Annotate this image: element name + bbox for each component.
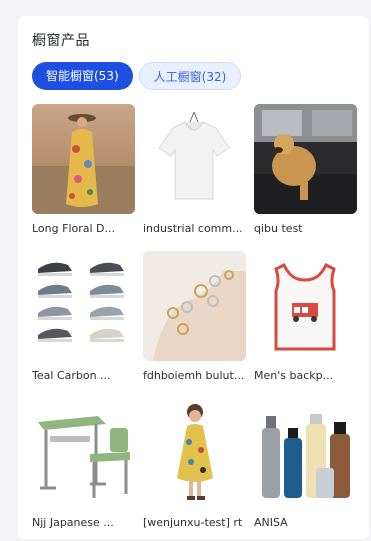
product-card[interactable]: Teal Carbon ... [32,251,135,382]
product-card[interactable]: fdhboiemh bulut... [143,251,246,382]
product-image-cosmetic-bottles[interactable] [254,398,357,508]
product-name: Long Floral D... [32,222,116,235]
product-card[interactable]: ANISA [254,398,357,529]
product-image-rings-on-hand[interactable] [143,251,246,361]
product-name: [wenjunxu-test] rt [143,516,243,529]
product-name: Teal Carbon ... [32,369,111,382]
product-card[interactable]: qibu test [254,104,357,235]
shop-window-card: 橱窗产品 智能橱窗(53) 人工橱窗(32) Long Floral D... … [18,16,369,539]
tab-manual-window[interactable]: 人工橱窗(32) [138,62,242,90]
product-image-tank-top[interactable] [254,251,357,361]
product-image-school-desk-chair[interactable] [32,398,135,508]
product-name: Njj Japanese ... [32,516,114,529]
product-name: ANISA [254,516,288,529]
product-name: fdhboiemh bulut... [143,369,245,382]
product-name: industrial comm... [143,222,243,235]
product-image-sneakers-grid[interactable] [32,251,135,361]
tab-bar: 智能橱窗(53) 人工橱窗(32) [32,62,242,90]
product-card[interactable]: Men's backp... [254,251,357,382]
product-card[interactable]: industrial comm... [143,104,246,235]
product-name: qibu test [254,222,303,235]
section-title: 橱窗产品 [32,33,90,49]
product-card[interactable]: [wenjunxu-test] rt [143,398,246,529]
product-image-girl-floral-dress[interactable] [143,398,246,508]
product-image-dog-in-car[interactable] [254,104,357,214]
product-card[interactable]: Long Floral D... [32,104,135,235]
product-name: Men's backp... [254,369,334,382]
tab-smart-window[interactable]: 智能橱窗(53) [32,62,133,90]
product-image-white-tshirt[interactable] [143,104,246,214]
product-image-woman-floral-dress[interactable] [32,104,135,214]
product-card[interactable]: Njj Japanese ... [32,398,135,529]
